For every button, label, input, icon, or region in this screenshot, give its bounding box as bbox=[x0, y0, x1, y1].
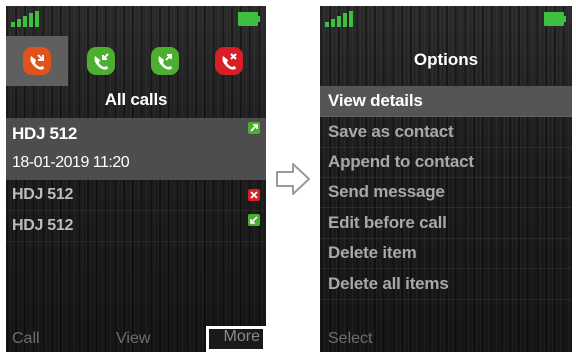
call-entry-name: HDJ 512 bbox=[12, 186, 74, 203]
battery-icon bbox=[544, 12, 566, 26]
menu-item-view-details[interactable]: View details bbox=[320, 86, 572, 117]
menu-item-label: Send message bbox=[328, 182, 445, 201]
softkey-bar: Call View More bbox=[6, 326, 266, 352]
tab-dialled-calls[interactable] bbox=[134, 36, 196, 86]
call-entry-name: HDJ 512 bbox=[12, 217, 74, 234]
menu-item-label: View details bbox=[328, 91, 423, 110]
menu-item-append-to-contact[interactable]: Append to contact bbox=[320, 147, 572, 178]
missed-call-icon bbox=[248, 189, 260, 201]
softkey-select[interactable]: Select bbox=[328, 330, 372, 348]
tab-received-calls[interactable] bbox=[70, 36, 132, 86]
softkey-view[interactable]: View bbox=[116, 330, 150, 348]
menu-item-send-message[interactable]: Send message bbox=[320, 177, 572, 208]
softkey-more-highlight[interactable]: More bbox=[206, 326, 266, 352]
menu-item-save-as-contact[interactable]: Save as contact bbox=[320, 117, 572, 148]
options-title: Options bbox=[413, 50, 479, 69]
battery-icon bbox=[238, 12, 260, 26]
softkey-bar: Select bbox=[320, 326, 572, 352]
dialled-calls-icon bbox=[151, 47, 179, 75]
signal-strength-icon bbox=[325, 11, 353, 27]
signal-strength-icon bbox=[11, 11, 39, 27]
menu-item-delete-all-items[interactable]: Delete all items bbox=[320, 269, 572, 300]
call-entry-name: HDJ 512 bbox=[12, 124, 77, 143]
call-entry[interactable]: HDJ 512 bbox=[6, 211, 266, 242]
rejected-calls-icon bbox=[215, 47, 243, 75]
call-entry[interactable]: HDJ 512 bbox=[6, 180, 266, 211]
menu-item-edit-before-call[interactable]: Edit before call bbox=[320, 208, 572, 239]
menu-item-label: Delete item bbox=[328, 243, 417, 262]
list-title: All calls bbox=[104, 90, 168, 109]
options-screen: Options View details Save as contact App… bbox=[320, 6, 572, 352]
call-entry-selected[interactable]: HDJ 512 18-01-2019 11:20 bbox=[6, 118, 266, 180]
menu-item-delete-item[interactable]: Delete item bbox=[320, 238, 572, 269]
menu-item-label: Delete all items bbox=[328, 274, 449, 293]
tab-missed-calls[interactable] bbox=[6, 36, 68, 86]
tab-rejected-calls[interactable] bbox=[198, 36, 260, 86]
right-arrow-icon bbox=[276, 163, 310, 195]
call-type-tabs bbox=[6, 36, 266, 86]
status-bar bbox=[320, 6, 572, 32]
softkey-call[interactable]: Call bbox=[12, 330, 40, 348]
status-bar bbox=[6, 6, 266, 32]
call-entry-datetime: 18-01-2019 11:20 bbox=[12, 154, 130, 171]
outgoing-call-icon bbox=[248, 122, 260, 134]
incoming-call-icon bbox=[248, 214, 260, 226]
menu-item-label: Edit before call bbox=[328, 213, 447, 232]
received-calls-icon bbox=[87, 47, 115, 75]
menu-item-label: Save as contact bbox=[328, 122, 454, 141]
missed-calls-icon bbox=[23, 47, 51, 75]
menu-item-label: Append to contact bbox=[328, 152, 474, 171]
call-log-screen: All calls HDJ 512 18-01-2019 11:20 HDJ 5… bbox=[6, 6, 266, 352]
softkey-more[interactable]: More bbox=[224, 328, 260, 346]
